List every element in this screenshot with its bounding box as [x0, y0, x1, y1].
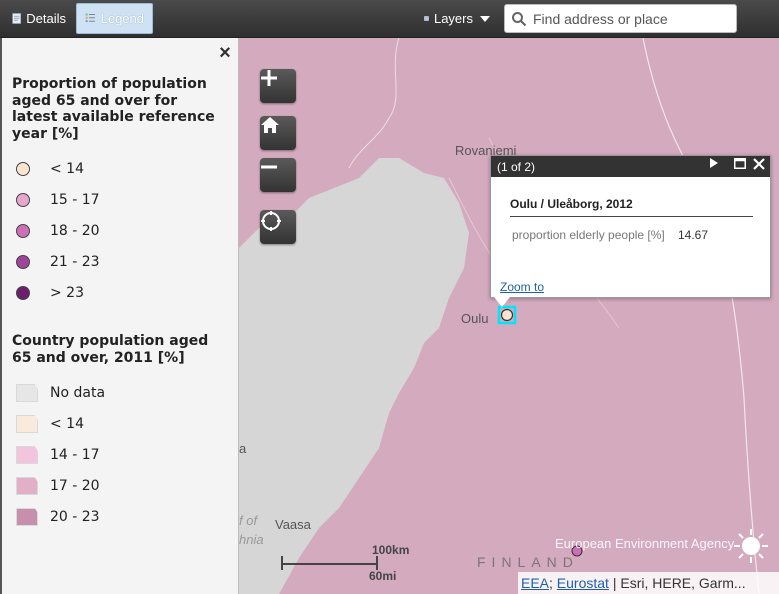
- popup-divider: [510, 216, 753, 217]
- legend-item-label: > 23: [50, 285, 84, 301]
- legend-item: > 23: [16, 282, 84, 304]
- layers-label: Layers: [433, 11, 473, 26]
- search-input[interactable]: [533, 5, 733, 32]
- popup-header: (1 of 2): [491, 156, 770, 177]
- legend-swatch: [16, 162, 30, 176]
- toolbar: Details Legend Layers: [0, 0, 779, 38]
- legend-item-label: 15 - 17: [50, 192, 100, 208]
- eea-link[interactable]: EEA: [521, 575, 549, 591]
- eea-logo-icon: [734, 529, 768, 563]
- legend-item-label: No data: [50, 385, 106, 401]
- place-label-gulf1: f of: [239, 513, 258, 528]
- legend-section1-title: Proportion of population aged 65 and ove…: [12, 76, 215, 142]
- legend-panel: × Proportion of population aged 65 and o…: [0, 38, 239, 594]
- eurostat-link[interactable]: Eurostat: [557, 575, 609, 591]
- layers-icon: [424, 16, 429, 21]
- scale-label-km: 100km: [372, 543, 410, 557]
- document-icon: [12, 13, 21, 24]
- attribution-text: | Esri, HERE, Garm...: [608, 575, 746, 591]
- legend-item-label: 21 - 23: [50, 254, 100, 270]
- map-view[interactable]: Rovaniemi Oulu Vaasa a f of hnia FINLAND…: [239, 38, 779, 594]
- scale-label-mi: 60mi: [369, 569, 397, 583]
- legend-swatch: [16, 255, 30, 269]
- plus-icon: [261, 70, 277, 86]
- layers-button[interactable]: Layers: [416, 3, 498, 34]
- legend-swatch: [16, 477, 38, 495]
- search-icon[interactable]: [505, 11, 533, 27]
- legend-button[interactable]: Legend: [76, 3, 153, 34]
- home-icon: [261, 117, 279, 133]
- close-icon[interactable]: [753, 158, 769, 175]
- attribution-sep: ;: [549, 575, 553, 591]
- legend-item: 18 - 20: [16, 220, 100, 242]
- legend-item: 20 - 23: [16, 506, 100, 528]
- legend-swatch: [16, 446, 38, 464]
- crosshair-icon: [261, 211, 281, 231]
- search-box: [504, 4, 737, 33]
- legend-swatch: [16, 415, 38, 433]
- legend-item-label: < 14: [50, 161, 84, 177]
- legend-item: 14 - 17: [16, 444, 100, 466]
- map-basemap: [239, 38, 779, 594]
- legend-item: No data: [16, 382, 105, 404]
- popup-counter: (1 of 2): [497, 159, 536, 174]
- popup-attribute-value: 14.67: [678, 228, 709, 242]
- minus-icon: [261, 165, 277, 169]
- legend-swatch: [16, 286, 30, 300]
- legend-swatch: [16, 193, 30, 207]
- legend-item-label: < 14: [50, 416, 84, 432]
- details-button[interactable]: Details: [4, 3, 74, 34]
- country-label-finland: FINLAND: [477, 554, 579, 570]
- legend-item-label: 17 - 20: [50, 478, 100, 494]
- legend-swatch: [16, 384, 38, 402]
- legend-item: 21 - 23: [16, 251, 100, 273]
- place-label-gulf2: hnia: [239, 532, 264, 547]
- chevron-down-icon: [480, 15, 490, 22]
- legend-item-label: 14 - 17: [50, 447, 100, 463]
- legend-swatch: [16, 224, 30, 238]
- close-icon[interactable]: ×: [216, 43, 234, 63]
- popup-title: Oulu / Uleåborg, 2012: [510, 197, 633, 211]
- zoom-in-button[interactable]: [260, 69, 296, 103]
- legend-label: Legend: [100, 11, 144, 26]
- oulu-point: [500, 308, 514, 322]
- eea-watermark: European Environment Agency: [555, 536, 735, 551]
- maximize-icon[interactable]: [734, 158, 750, 175]
- popup-pointer: [494, 297, 510, 307]
- next-arrow-icon[interactable]: [709, 158, 725, 175]
- details-label: Details: [26, 11, 66, 26]
- legend-item: 15 - 17: [16, 189, 100, 211]
- legend-swatch: [16, 508, 38, 526]
- attribution-bar: EEA ; Eurostat | Esri, HERE, Garm...: [518, 572, 779, 594]
- legend-item-label: 18 - 20: [50, 223, 100, 239]
- legend-item-label: 20 - 23: [50, 509, 100, 525]
- legend-item: < 14: [16, 158, 84, 180]
- popup-attribute-label: proportion elderly people [%]: [512, 228, 665, 242]
- place-label-vaasa: Vaasa: [275, 517, 311, 532]
- legend-section2-title: Country population aged 65 and over, 201…: [12, 333, 209, 366]
- legend-item: 17 - 20: [16, 475, 100, 497]
- zoom-to-link[interactable]: Zoom to: [500, 280, 544, 294]
- place-label-oulu: Oulu: [461, 311, 489, 326]
- info-popup: (1 of 2) Oulu / Uleåborg, 2012 proportio…: [490, 155, 771, 298]
- legend-item: < 14: [16, 413, 84, 435]
- legend-list-icon: [85, 13, 95, 23]
- home-button[interactable]: [260, 116, 296, 150]
- app-window: Details Legend Layers × Proportio: [0, 0, 779, 594]
- place-label-fragment: a: [239, 441, 247, 456]
- zoom-out-button[interactable]: [260, 158, 296, 192]
- locate-button[interactable]: [260, 210, 296, 244]
